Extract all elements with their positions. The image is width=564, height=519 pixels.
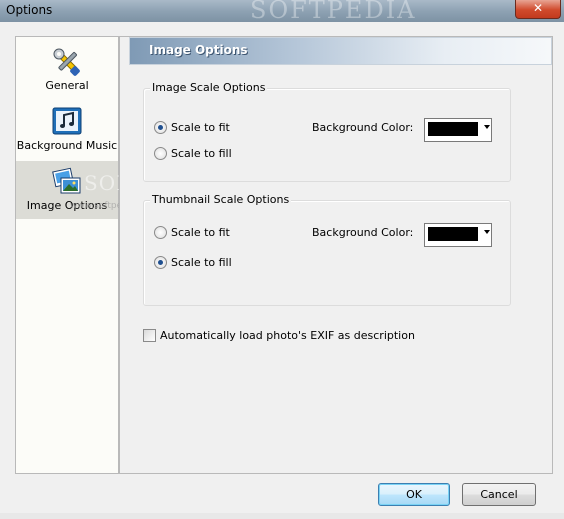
chevron-down-icon xyxy=(484,230,490,234)
thumb-scale-fit-radio[interactable]: Scale to fit xyxy=(154,226,230,239)
page-title: Image Options xyxy=(149,43,248,57)
thumbnail-scale-group: Thumbnail Scale Options xyxy=(143,193,511,306)
tools-icon xyxy=(53,48,80,76)
watermark-top: SOFTPEDIA xyxy=(250,0,417,24)
bg-color-label: Background Color: xyxy=(312,121,414,134)
radio-label: Scale to fill xyxy=(171,147,232,160)
options-sidebar: General Background Music Image Options xyxy=(15,36,119,474)
color-swatch xyxy=(428,122,478,136)
checkbox-indicator xyxy=(143,329,156,342)
thumb-bg-color-picker[interactable] xyxy=(424,223,492,247)
radio-indicator xyxy=(154,256,167,269)
radio-indicator xyxy=(154,147,167,160)
color-swatch xyxy=(428,227,478,241)
radio-indicator xyxy=(154,226,167,239)
group-title: Thumbnail Scale Options xyxy=(150,193,292,206)
sidebar-item-label: Background Music xyxy=(16,139,118,152)
music-note-icon xyxy=(52,107,82,135)
group-title: Image Scale Options xyxy=(150,81,268,94)
close-button[interactable]: ✕ xyxy=(515,0,561,19)
radio-indicator xyxy=(154,121,167,134)
cancel-button[interactable]: Cancel xyxy=(462,483,536,506)
thumb-scale-fill-radio[interactable]: Scale to fill xyxy=(154,256,232,269)
sidebar-item-background-music[interactable]: Background Music xyxy=(16,101,118,159)
checkbox-label: Automatically load photo's EXIF as descr… xyxy=(160,329,415,342)
title-bar: Options SOFTPEDIA ✕ xyxy=(0,0,564,24)
sidebar-item-general[interactable]: General xyxy=(16,41,118,99)
section-header: Image Options xyxy=(129,37,552,65)
radio-label: Scale to fit xyxy=(171,226,230,239)
radio-label: Scale to fill xyxy=(171,256,232,269)
window-bottom-edge xyxy=(0,513,564,519)
image-scale-fit-radio[interactable]: Scale to fit xyxy=(154,121,230,134)
ok-button[interactable]: OK xyxy=(378,483,450,506)
bg-color-label: Background Color: xyxy=(312,226,414,239)
image-bg-color-picker[interactable] xyxy=(424,118,492,142)
sidebar-item-label: General xyxy=(45,79,89,92)
exif-checkbox[interactable]: Automatically load photo's EXIF as descr… xyxy=(143,329,415,342)
window-title: Options xyxy=(6,3,53,17)
radio-label: Scale to fit xyxy=(171,121,230,134)
image-scale-fill-radio[interactable]: Scale to fill xyxy=(154,147,232,160)
chevron-down-icon xyxy=(484,125,490,129)
images-icon xyxy=(52,167,81,194)
